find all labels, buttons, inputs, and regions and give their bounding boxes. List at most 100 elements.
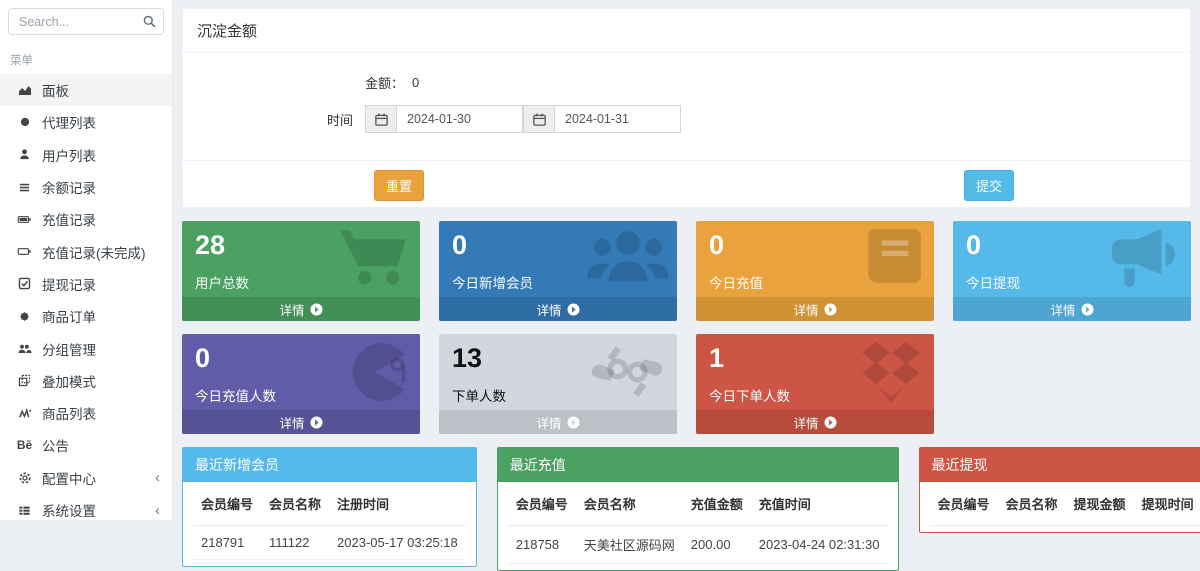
details-label: 详情 (536, 413, 561, 432)
info-box-value: 28 (182, 221, 420, 261)
sidebar-item-label: 用户列表 (42, 145, 96, 165)
info-box-details-link[interactable]: 详情 (696, 410, 934, 434)
info-box-value: 0 (439, 221, 677, 261)
sidebar: 菜单 面板代理列表用户列表余额记录充值记录充值记录(未完成) 提现记录商品订单分组… (0, 0, 173, 520)
battery-full-icon (16, 213, 33, 226)
chevron-left-icon: ‹ (155, 470, 160, 485)
circle-icon (16, 116, 33, 128)
table-column-header: 提现时间 (1134, 482, 1200, 526)
table-row: 2187911111222023-05-17 03:25:18 (193, 526, 466, 560)
sidebar-item-13[interactable]: 配置中心 ‹ (0, 462, 172, 494)
details-label: 详情 (279, 300, 304, 319)
sidebar-item-4[interactable]: 余额记录 (0, 171, 172, 203)
panel-body: 金额： 0 时间 (183, 53, 1190, 160)
arrow-circle-right-icon (824, 416, 837, 429)
info-box-label: 用户总数 (182, 261, 420, 292)
recent-tables: 最近新增会员会员编号会员名称注册时间2187911111222023-05-17… (182, 447, 1191, 571)
table-row: 218758天美社区源码网200.002023-04-24 02:31:30 (508, 526, 888, 564)
info-box-5: 0今日充值人数详情 (182, 334, 420, 434)
certificate-icon (16, 310, 33, 323)
info-box-label: 下单人数 (439, 374, 677, 405)
calendar-icon (523, 105, 554, 133)
users-icon (16, 342, 33, 355)
info-box-label: 今日下单人数 (696, 374, 934, 405)
sidebar-item-8[interactable]: 商品订单 (0, 300, 172, 332)
sidebar-item-label: 充值记录(未完成) (42, 242, 146, 262)
table-cell: 200.00 (683, 526, 751, 564)
date-to-input[interactable] (554, 105, 681, 133)
sidebar-item-1[interactable]: 面板 (0, 74, 172, 106)
th-list-icon (16, 504, 33, 517)
amount-row: 金额： 0 (183, 73, 1190, 92)
arrow-circle-right-icon (310, 303, 323, 316)
reset-button[interactable]: 重置 (374, 170, 424, 201)
main-content: 沉淀金额 金额： 0 时间 (173, 0, 1200, 571)
table-title: 最近充值 (498, 448, 898, 482)
info-box-details-link[interactable]: 详情 (953, 297, 1191, 321)
details-label: 详情 (279, 413, 304, 432)
table-column-header: 充值时间 (751, 482, 888, 526)
table-column-header: 会员名称 (998, 482, 1066, 526)
sidebar-item-label: 分组管理 (42, 339, 96, 359)
arrow-circle-right-icon (567, 303, 580, 316)
table-cell: 218758 (508, 526, 576, 564)
sidebar-item-label: 配置中心 (42, 468, 96, 488)
date-to-group (523, 105, 681, 133)
info-box-4: 0今日提现详情 (953, 221, 1191, 321)
table-column-header: 会员编号 (508, 482, 576, 526)
sidebar-item-3[interactable]: 用户列表 (0, 139, 172, 171)
info-box-6: 13下单人数详情 (439, 334, 677, 434)
search-input[interactable] (8, 8, 164, 35)
info-box-value: 0 (953, 221, 1191, 261)
info-box-details-link[interactable]: 详情 (182, 410, 420, 434)
sidebar-item-5[interactable]: 充值记录 (0, 203, 172, 235)
sidebar-item-12[interactable]: Bē公告 (0, 429, 172, 461)
info-box-details-link[interactable]: 详情 (696, 297, 934, 321)
info-box-value: 1 (696, 334, 934, 374)
time-row: 时间 (183, 105, 1190, 133)
table-cell: 天美社区源码网 (576, 526, 683, 564)
recent-table-panel-2: 最近充值会员编号会员名称充值金额充值时间218758天美社区源码网200.002… (497, 447, 899, 571)
table-cell: 2023-05-17 03:25:18 (329, 526, 466, 560)
table-column-header: 充值金额 (683, 482, 751, 526)
sidebar-item-label: 叠加模式 (42, 371, 96, 391)
info-box-value: 0 (182, 334, 420, 374)
table-column-header: 会员编号 (193, 482, 261, 526)
sidebar-item-label: 代理列表 (42, 112, 96, 132)
menu-section-label: 菜单 (10, 52, 172, 68)
info-box-details-link[interactable]: 详情 (182, 297, 420, 321)
check-square-icon (16, 277, 33, 290)
area-chart-icon (16, 83, 33, 97)
table-body: 会员编号会员名称注册时间2187911111222023-05-17 03:25… (183, 482, 476, 566)
arrow-circle-right-icon (310, 416, 323, 429)
submit-button[interactable]: 提交 (964, 170, 1014, 201)
info-box-1: 28用户总数详情 (182, 221, 420, 321)
list-icon (16, 181, 33, 194)
date-from-group (365, 105, 523, 133)
sidebar-item-label: 商品列表 (42, 403, 96, 423)
search-icon[interactable] (143, 15, 156, 28)
panel-footer: 重置 提交 (183, 160, 1190, 207)
sidebar-item-label: 商品订单 (42, 306, 96, 326)
sidebar-item-11[interactable]: 商品列表 (0, 397, 172, 429)
info-box-details-link[interactable]: 详情 (439, 297, 677, 321)
sidebar-item-7[interactable]: 提现记录 (0, 268, 172, 300)
date-from-input[interactable] (396, 105, 523, 133)
table-body: 会员编号会员名称提现金额提现时间 (920, 482, 1200, 532)
info-boxes: 28用户总数详情0今日新增会员详情0今日充值详情0今日提现详情0今日充值人数详情… (182, 221, 1191, 434)
panel-title: 沉淀金额 (183, 9, 1190, 53)
table-cell: 218791 (193, 526, 261, 560)
table-title: 最近提现 (920, 448, 1200, 482)
sidebar-item-2[interactable]: 代理列表 (0, 106, 172, 138)
sidebar-item-9[interactable]: 分组管理 (0, 332, 172, 364)
sidebar-item-label: 余额记录 (42, 177, 96, 197)
table-cell: 111122 (261, 526, 329, 560)
sidebar-item-6[interactable]: 充值记录(未完成) (0, 235, 172, 267)
sidebar-menu: 面板代理列表用户列表余额记录充值记录充值记录(未完成) 提现记录商品订单分组管理叠… (0, 74, 172, 526)
info-box-value: 13 (439, 334, 677, 374)
info-box-label: 今日提现 (953, 261, 1191, 292)
info-box-details-link[interactable]: 详情 (439, 410, 677, 434)
sidebar-item-10[interactable]: 叠加模式 (0, 365, 172, 397)
sidebar-item-14[interactable]: 系统设置‹ (0, 494, 172, 526)
info-box-value: 0 (696, 221, 934, 261)
